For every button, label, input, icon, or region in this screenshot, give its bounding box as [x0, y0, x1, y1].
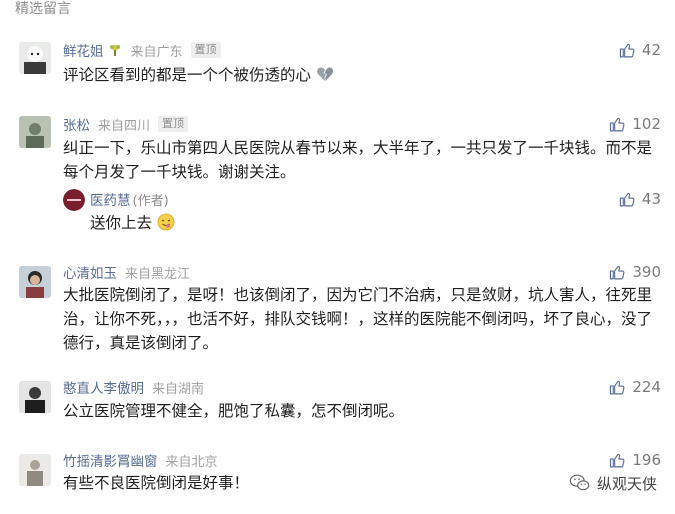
- like-count: 196: [632, 451, 661, 469]
- like-button[interactable]: 390: [609, 262, 661, 282]
- location: 来自北京: [165, 454, 218, 470]
- comment-text: 大批医院倒闭了，是呀！也该倒闭了，因为它门不治病，只是敛财，坑人害人，往死里治，…: [63, 286, 653, 352]
- wechat-icon: [569, 474, 590, 491]
- avatar[interactable]: [19, 42, 51, 74]
- avatar[interactable]: [19, 266, 51, 298]
- like-button[interactable]: 102: [609, 114, 661, 134]
- thumbs-up-icon: [610, 380, 625, 394]
- like-button[interactable]: 43: [619, 189, 661, 209]
- section-title: 精选留言: [15, 1, 71, 17]
- comment-text: 有些不良医院倒闭是好事！: [63, 474, 250, 492]
- nickname[interactable]: 心清如玉: [63, 262, 117, 282]
- nickname[interactable]: 张松: [63, 114, 90, 134]
- location: 来自黑龙江: [125, 266, 191, 282]
- like-count: 42: [641, 41, 661, 59]
- author-nickname[interactable]: 医药慧: [90, 189, 131, 209]
- pinned-badge: 置顶: [158, 116, 189, 132]
- like-count: 43: [641, 190, 661, 208]
- author-avatar[interactable]: [63, 189, 85, 211]
- avatar[interactable]: [19, 381, 51, 413]
- comment-text: 评论区看到的都是一个个被伤透的心: [63, 63, 663, 87]
- flower-badge-icon: [107, 42, 123, 58]
- author-tag: (作者): [132, 193, 169, 209]
- thumbs-up-icon: [610, 117, 625, 131]
- like-button[interactable]: 42: [619, 40, 661, 60]
- like-button[interactable]: 196: [609, 450, 661, 470]
- thumbs-up-icon: [610, 265, 625, 279]
- watermark-label: 纵观天侠: [596, 474, 657, 493]
- thumbs-up-icon: [619, 43, 635, 57]
- thumbs-up-icon: [619, 192, 635, 206]
- tongue-out-emoji-icon: [157, 213, 175, 231]
- like-count: 224: [632, 378, 661, 396]
- like-button[interactable]: 224: [609, 377, 661, 397]
- nickname[interactable]: 竹摇清影罥幽窗: [63, 450, 158, 470]
- like-count: 102: [632, 115, 661, 133]
- thumbs-up-icon: [610, 453, 625, 467]
- watermark: 纵观天侠: [569, 472, 657, 494]
- reply-text: 送你上去: [90, 211, 650, 235]
- nickname[interactable]: 憨直人李傲明: [63, 377, 144, 397]
- avatar[interactable]: [19, 116, 51, 148]
- avatar[interactable]: [19, 454, 51, 486]
- location: 来自湖南: [152, 381, 205, 397]
- location: 来自四川: [98, 118, 151, 134]
- nickname[interactable]: 鲜花姐: [63, 40, 104, 60]
- comment-text: 纠正一下，乐山市第四人民医院从春节以来，大半年了，一共只发了一千块钱。而不是每个…: [63, 139, 653, 181]
- location: 来自广东: [130, 44, 183, 60]
- pinned-badge: 置顶: [190, 42, 221, 58]
- like-count: 390: [632, 263, 661, 281]
- broken-heart-icon: [316, 65, 334, 83]
- comment-text: 公立医院管理不健全，肥饱了私囊，怎不倒闭呢。: [63, 402, 405, 420]
